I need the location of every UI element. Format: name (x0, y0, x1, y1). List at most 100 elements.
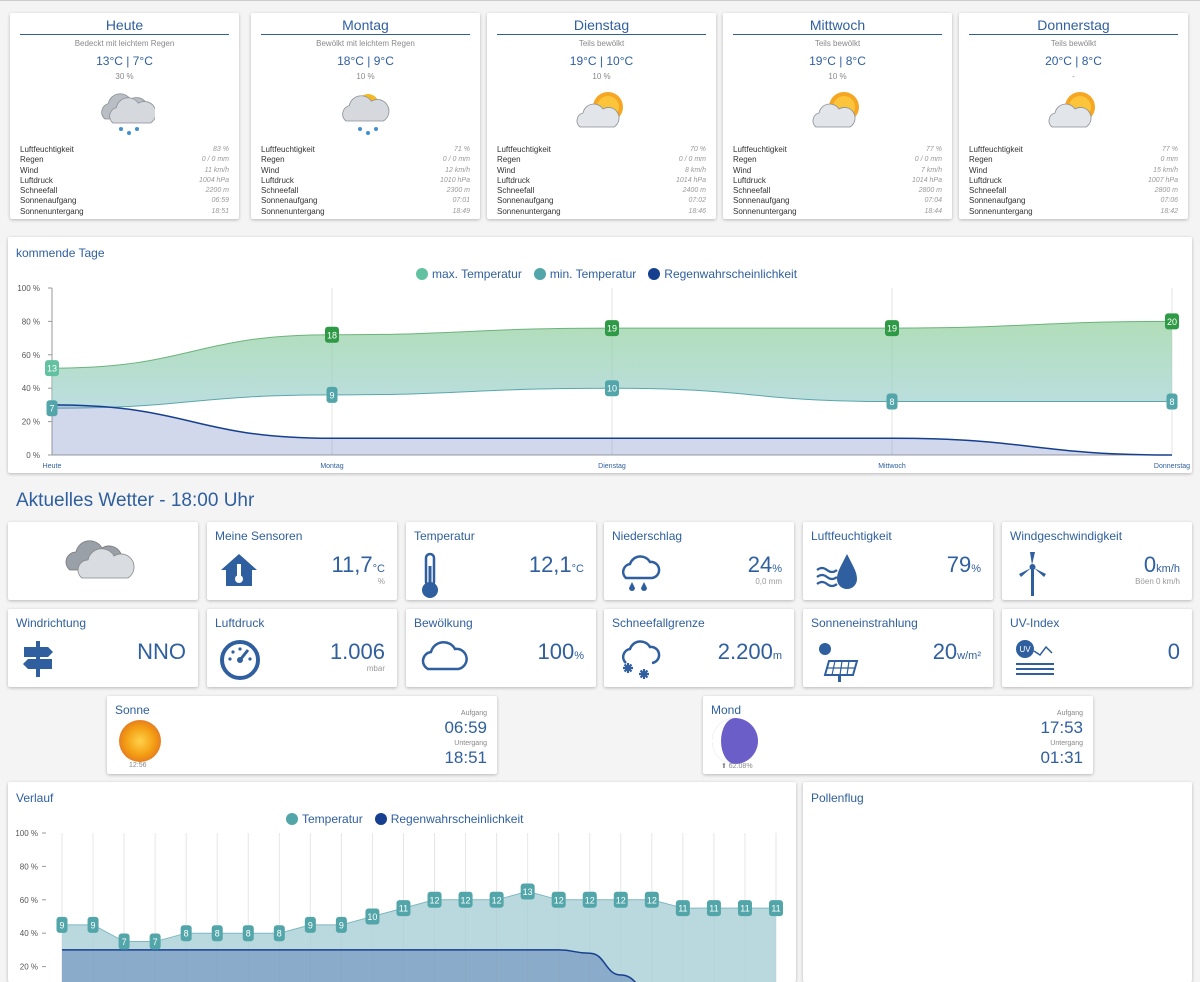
detail-label: Schneefall (497, 186, 535, 196)
svg-text:11: 11 (709, 904, 718, 914)
svg-text:9: 9 (308, 920, 313, 930)
signpost-icon (20, 639, 56, 682)
detail-value: 2800 m (918, 187, 942, 195)
detail-value: 77 % (1162, 145, 1178, 153)
tile-number: 2.200 (717, 639, 773, 664)
tile-number: 0 (1167, 639, 1180, 664)
tile-number: 20 (932, 639, 958, 664)
sun-cloud-rain-icon (257, 81, 474, 143)
day-detail-row: Regen 0 / 0 mm (20, 155, 229, 165)
day-detail-row: Schneefall 2400 m (497, 186, 706, 196)
temperature-label: 8 (211, 925, 223, 942)
svg-text:11: 11 (740, 904, 749, 914)
wind-turbine-icon (1014, 552, 1050, 601)
tile-value: NNO (137, 639, 186, 665)
tile-windgeschwindigkeit: Windgeschwindigkeit 0km/h Böen 0 km/h (1002, 522, 1192, 600)
tile-value: 20w/m² (933, 639, 981, 665)
svg-text:8: 8 (1169, 397, 1174, 407)
tile-subtext: Böen 0 km/h (1135, 577, 1180, 586)
uv-icon: UV (1014, 639, 1058, 684)
day-description: Bewölkt mit leichtem Regen (316, 39, 415, 48)
day-detail-row: Sonnenuntergang 18:51 (20, 207, 229, 217)
detail-value: 18:42 (1160, 207, 1178, 215)
day-card-mittwoch: Mittwoch Teils bewölkt 19°C | 8°C 10 % L… (723, 13, 952, 219)
tile-value: 12,1°C (529, 552, 584, 578)
svg-text:UV: UV (1019, 645, 1031, 654)
day-detail-row: Wind 15 km/h (969, 166, 1178, 176)
day-rain-probability: 30 % (115, 72, 134, 81)
detail-label: Luftdruck (261, 175, 294, 185)
min-temp-label: 8 (886, 393, 898, 410)
moon-phase: ⬆ 62.08% (721, 763, 753, 770)
detail-value: 0 / 0 mm (678, 156, 706, 164)
day-temperature: 19°C | 10°C (569, 54, 634, 68)
temperature-label: 12 (489, 891, 504, 908)
tile-sonneneinstrahlung: Sonneneinstrahlung 20w/m² (803, 609, 993, 687)
temperature-label: 12 (551, 891, 566, 908)
detail-label: Regen (497, 155, 521, 165)
svg-text:9: 9 (339, 920, 344, 930)
tile-temperatur: Temperatur 12,1°C (406, 522, 596, 600)
tile-uv-index: UV-Index UV 0 (1002, 609, 1192, 687)
tile-subtext: mbar (366, 664, 385, 673)
moon-set: 01:31 (1040, 748, 1083, 767)
detail-value: 12 km/h (445, 166, 470, 174)
day-card-montag: Montag Bewölkt mit leichtem Regen 18°C |… (251, 13, 480, 219)
tile-title: Luftfeuchtigkeit (811, 529, 892, 543)
svg-text:7: 7 (122, 937, 127, 947)
detail-value: 2300 m (446, 187, 470, 195)
tile-value: 100% (538, 639, 585, 665)
gauge-icon (219, 639, 261, 686)
day-temperature: 19°C | 8°C (809, 54, 866, 68)
solar-panel-icon (815, 639, 859, 688)
day-detail-row: Luftfeuchtigkeit 71 % (261, 145, 470, 155)
tile-title: Niederschlag (612, 529, 683, 543)
temperature-label: 9 (335, 916, 347, 933)
day-details: Luftfeuchtigkeit 77 % Regen 0 mm Wind 15 km/h… (969, 145, 1178, 217)
detail-label: Sonnenuntergang (497, 206, 561, 216)
svg-text:12: 12 (554, 895, 564, 905)
tile-title: UV-Index (1010, 616, 1060, 630)
tile-value: 0km/h (1144, 552, 1180, 578)
svg-text:18: 18 (327, 330, 337, 340)
sun-title: Sonne (115, 703, 150, 717)
detail-label: Luftdruck (20, 175, 53, 185)
svg-text:7: 7 (153, 937, 158, 947)
day-detail-row: Sonnenaufgang 07:01 (261, 196, 470, 206)
tile-number: NNO (137, 639, 186, 664)
svg-text:13: 13 (47, 364, 57, 374)
temperature-label: 12 (582, 891, 597, 908)
tile-bewölkung: Bewölkung 100% (406, 609, 596, 687)
day-detail-row: Luftdruck 1014 hPa (733, 176, 942, 186)
sun-set-label: Untergang (454, 740, 487, 747)
x-tick-label: Dienstag (598, 463, 626, 470)
tile-title: Temperatur (414, 529, 475, 543)
day-detail-row: Luftdruck 1004 hPa (20, 176, 229, 186)
tile-unit: m (772, 650, 782, 662)
min-temp-label: 7 (46, 400, 58, 417)
svg-text:11: 11 (399, 904, 408, 914)
detail-value: 1007 hPa (1148, 176, 1178, 184)
detail-value: 18:51 (211, 207, 229, 215)
detail-label: Sonnenaufgang (497, 196, 554, 206)
tile-subtext: % (377, 577, 385, 586)
sun-rise-label: Aufgang (460, 710, 487, 717)
detail-value: 18:44 (924, 207, 942, 215)
tile-unit: °C (571, 563, 584, 575)
detail-value: 1004 hPa (199, 176, 229, 184)
moon-set-label: Untergang (1050, 740, 1083, 747)
day-rain-probability: 10 % (356, 72, 375, 81)
min-temp-label: 10 (605, 380, 619, 397)
day-detail-row: Luftdruck 1010 hPa (261, 176, 470, 186)
day-description: Teils bewölkt (1050, 39, 1097, 48)
tile-unit: w/m² (957, 650, 981, 662)
cloud-rain-icon (616, 552, 662, 597)
detail-label: Schneefall (733, 186, 771, 196)
tile-title: Luftdruck (215, 616, 265, 630)
day-detail-row: Schneefall 2800 m (733, 186, 942, 196)
day-detail-row: Wind 8 km/h (497, 166, 706, 176)
day-card-heute: Heute Bedeckt mit leichtem Regen 13°C | … (10, 13, 239, 219)
svg-text:12: 12 (585, 895, 595, 905)
detail-label: Regen (261, 155, 285, 165)
tile-meine-sensoren: Meine Sensoren 11,7°C % (207, 522, 397, 600)
